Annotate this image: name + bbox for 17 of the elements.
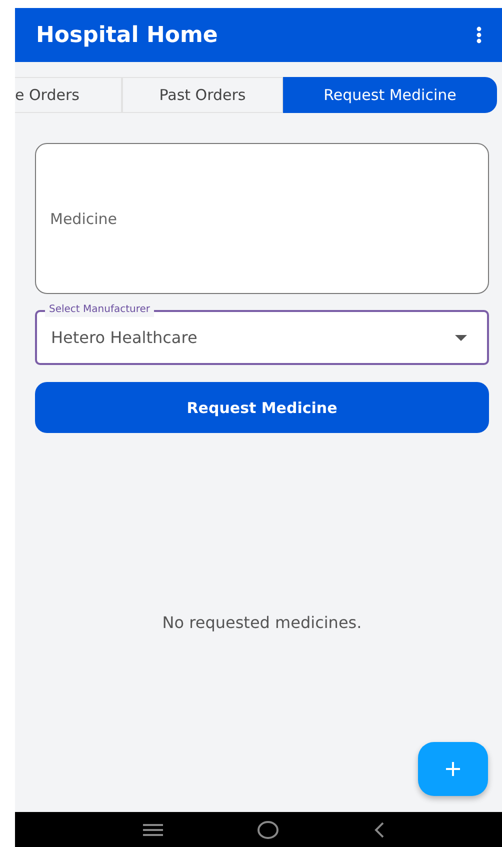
dropdown-label: Select Manufacturer: [45, 303, 154, 317]
tab[interactable]: Past Orders: [122, 77, 283, 113]
tab[interactable]: e Orders: [15, 77, 122, 113]
tab[interactable]: Request Medicine: [283, 77, 497, 113]
empty-message: No requested medicines.: [162, 613, 362, 632]
menu-icon[interactable]: [142, 822, 164, 836]
request-medicine-button[interactable]: Request Medicine: [35, 382, 489, 433]
back-icon[interactable]: [373, 820, 386, 838]
home-circle-icon[interactable]: [257, 820, 280, 840]
caret-icon: [455, 334, 467, 340]
manufacturer-dropdown[interactable]: Select Manufacturer Hetero Healthcare: [35, 302, 489, 365]
medicine-input-field[interactable]: Medicine: [35, 143, 489, 294]
plus-icon: [445, 761, 461, 777]
add-button[interactable]: [418, 742, 488, 796]
dropdown-value: Hetero Healthcare: [51, 328, 198, 347]
app-title: Hospital Home: [36, 22, 218, 48]
more-vertical-icon: [476, 26, 482, 44]
